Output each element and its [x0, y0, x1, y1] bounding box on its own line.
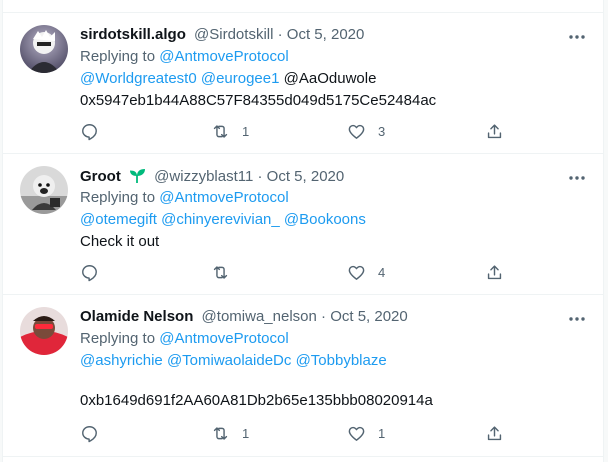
retweet-icon [213, 124, 228, 138]
separator: · [321, 308, 327, 325]
like-icon [348, 265, 365, 280]
share-icon [487, 264, 502, 279]
retweet-button[interactable]: 1 [211, 422, 249, 444]
replying-to-link[interactable]: @AntmoveProtocol [159, 330, 288, 347]
mention-link[interactable]: @Tobbyblaze [296, 352, 387, 369]
timestamp[interactable]: Oct 5, 2020 [330, 308, 408, 325]
reply-button[interactable] [80, 261, 111, 283]
mention-text: @AaOduwole [283, 70, 377, 87]
tweet[interactable]: Olamide Nelson @tomiwa_nelson · Oct 5, 2… [3, 295, 603, 457]
handle[interactable]: @Sirdotskill [194, 26, 273, 43]
display-name[interactable]: Olamide Nelson [80, 308, 193, 325]
like-icon [348, 426, 365, 441]
retweet-button[interactable]: 1 [211, 120, 249, 142]
share-button[interactable] [485, 261, 504, 283]
reply-button[interactable] [80, 120, 111, 142]
tweet-text: Check it out [80, 233, 160, 250]
display-name[interactable]: Groot [80, 168, 121, 185]
avatar[interactable] [20, 166, 68, 214]
share-button[interactable] [485, 422, 504, 444]
share-icon [487, 425, 502, 440]
more-icon[interactable] [567, 309, 587, 329]
tweet[interactable]: Groot @wizzyblast11 · Oct 5, 2020 Replyi… [3, 154, 603, 295]
replying-prefix: Replying to [80, 48, 156, 65]
replying-prefix: Replying to [80, 330, 156, 347]
sprout-icon [128, 166, 146, 184]
share-button[interactable] [485, 120, 504, 142]
tweet-text: 0x5947eb1b44A88C57F84355d049d5175Ce52484… [80, 92, 437, 109]
separator: · [257, 168, 263, 185]
tweet-text: 0xb1649d691f2AA60A81Db2b65e135bbb0802091… [80, 392, 433, 409]
share-icon [487, 123, 502, 138]
avatar[interactable] [20, 25, 68, 73]
timestamp[interactable]: Oct 5, 2020 [267, 168, 345, 185]
like-button[interactable]: 3 [347, 120, 385, 142]
handle[interactable]: @wizzyblast11 [154, 168, 253, 185]
retweet-button[interactable] [211, 261, 242, 283]
mention-link[interactable]: @TomiwaolaideDc [167, 352, 291, 369]
like-count: 1 [378, 425, 386, 441]
mention-link[interactable]: @chinyerevivian_ [161, 211, 280, 228]
tweet[interactable]: sirdotskill.algo @Sirdotskill · Oct 5, 2… [3, 13, 603, 154]
like-button[interactable]: 4 [347, 261, 385, 283]
replying-to-link[interactable]: @AntmoveProtocol [159, 48, 288, 65]
like-button[interactable]: 1 [347, 422, 385, 444]
mention-link[interactable]: @Worldgreatest0 [80, 70, 197, 87]
display-name[interactable]: sirdotskill.algo [80, 26, 186, 43]
like-icon [348, 124, 365, 139]
more-icon[interactable] [567, 168, 587, 188]
avatar[interactable] [20, 307, 68, 355]
reply-icon [82, 123, 97, 140]
retweet-icon [213, 426, 228, 440]
reply-icon [82, 264, 97, 281]
mention-link[interactable]: @otemegift [80, 211, 157, 228]
retweet-count: 1 [242, 123, 250, 139]
mention-link[interactable]: @Bookoons [284, 211, 366, 228]
timestamp[interactable]: Oct 5, 2020 [287, 26, 365, 43]
mention-link[interactable]: @ashyrichie [80, 352, 163, 369]
replying-to-link[interactable]: @AntmoveProtocol [159, 189, 288, 206]
reply-feed: sirdotskill.algo @Sirdotskill · Oct 5, 2… [2, 0, 604, 462]
replying-prefix: Replying to [80, 189, 156, 206]
reply-button[interactable] [80, 422, 111, 444]
retweet-count: 1 [242, 425, 250, 441]
reply-icon [82, 425, 97, 442]
mention-link[interactable]: @eurogee1 [201, 70, 280, 87]
more-icon[interactable] [567, 27, 587, 47]
handle[interactable]: @tomiwa_nelson [202, 308, 317, 325]
retweet-icon [213, 265, 228, 279]
separator: · [277, 26, 283, 43]
like-count: 4 [378, 264, 386, 280]
like-count: 3 [378, 123, 386, 139]
